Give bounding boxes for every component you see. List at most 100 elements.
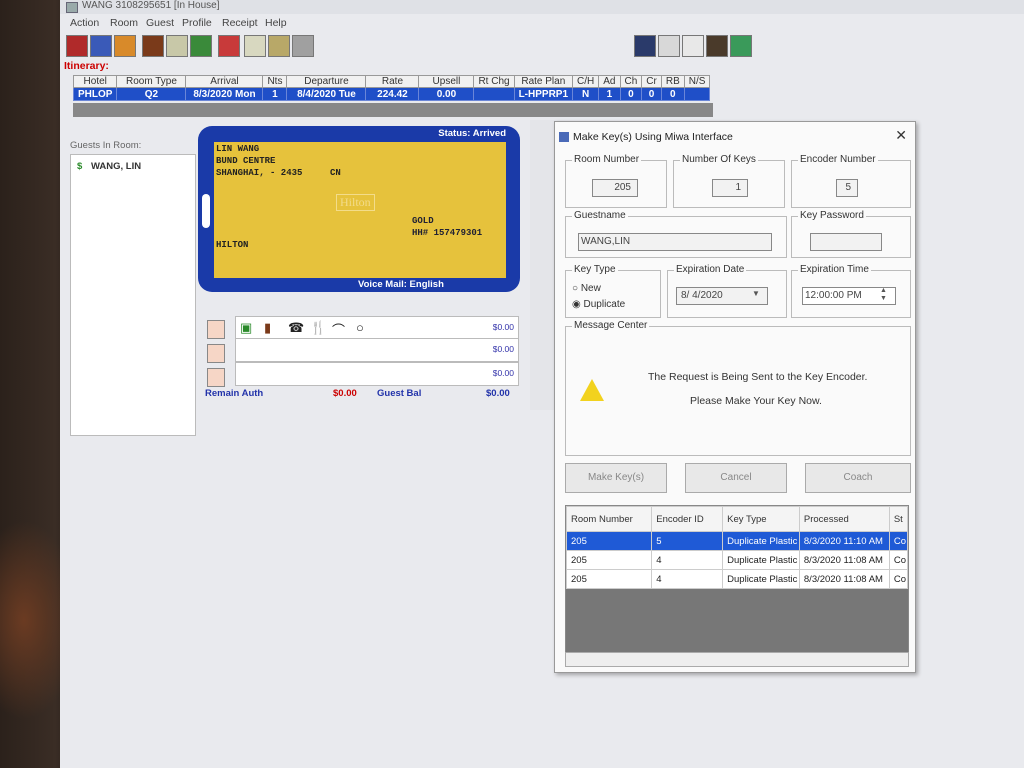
folio-row[interactable]: $0.00 — [235, 362, 519, 386]
save-icon[interactable] — [634, 35, 656, 57]
cell: 1 — [598, 87, 621, 101]
num-keys-field[interactable]: 1 — [712, 179, 748, 197]
guest-bal-value: $0.00 — [486, 388, 510, 399]
guestname-label: Guestname — [572, 210, 628, 221]
remain-auth-value: $0.00 — [333, 388, 357, 399]
make-keys-dialog: Make Key(s) Using Miwa Interface ✕ Room … — [554, 121, 916, 673]
cell: 0 — [619, 87, 643, 101]
key-type-new-radio[interactable]: ○ New — [572, 283, 601, 294]
cell: Co — [888, 550, 909, 570]
guest-item[interactable]: $ WANG, LIN — [77, 161, 141, 172]
num-keys-label: Number Of Keys — [680, 154, 758, 165]
document-icon[interactable] — [166, 35, 188, 57]
menu-profile[interactable]: Profile — [182, 17, 212, 29]
luggage-icon[interactable] — [268, 35, 290, 57]
menu-guest[interactable]: Guest — [146, 17, 174, 29]
encoder-field[interactable]: 5 — [836, 179, 858, 197]
table-row[interactable]: 205 5 Duplicate Plastic 8/3/2020 11:10 A… — [565, 531, 909, 551]
key-password-label: Key Password — [798, 210, 866, 221]
folio-amount: $0.00 — [492, 368, 514, 378]
person-icon[interactable] — [706, 35, 728, 57]
folio-amount: $0.00 — [492, 322, 514, 332]
money-icon[interactable] — [190, 35, 212, 57]
menu-action[interactable]: Action — [70, 17, 99, 29]
folio-row[interactable]: ▣ ▮ ☎ 🍴 ⌒ ○ $0.00 — [235, 316, 519, 340]
cell — [683, 87, 711, 101]
col-processed: Processed — [798, 506, 890, 532]
guest-name: WANG, LIN — [90, 161, 142, 172]
itinerary-label: Itinerary: — [64, 60, 109, 72]
info-icon[interactable] — [90, 35, 112, 57]
cancel-button[interactable]: Cancel — [685, 463, 787, 493]
horizontal-scrollbar[interactable] — [565, 652, 909, 667]
encoder-label: Encoder Number — [798, 154, 878, 165]
itinerary-row[interactable]: PHLOP Q2 8/3/2020 Mon 1 8/4/2020 Tue 224… — [72, 87, 711, 101]
num-keys-group: Number Of Keys 1 — [673, 154, 785, 208]
hhonors-number: HH# 157479301 — [412, 228, 483, 238]
cell: 5 — [651, 531, 724, 551]
exit-icon[interactable] — [730, 35, 752, 57]
cell: 8/3/2020 Mon — [185, 87, 264, 101]
cell: 205 — [565, 569, 653, 589]
door-icon: ▮ — [264, 320, 272, 335]
cell: 224.42 — [365, 87, 420, 101]
folio-window-icon[interactable] — [207, 320, 225, 339]
key-type-duplicate-label: Duplicate — [583, 299, 626, 310]
expiration-time-group: Expiration Time 12:00:00 PM ▲ ▼ — [791, 264, 911, 318]
address-line-1: BUND CENTRE — [216, 156, 276, 166]
room-number-field[interactable]: 205 — [592, 179, 638, 197]
col-encoder-id: Encoder ID — [651, 506, 724, 532]
folio-row[interactable]: $0.00 — [235, 338, 519, 362]
folio-icon[interactable] — [66, 35, 88, 57]
key-type-label: Key Type — [572, 264, 618, 275]
cell: 0.00 — [418, 87, 475, 101]
col-ch-flag: C/H — [572, 75, 600, 88]
key-icon[interactable] — [244, 35, 266, 57]
cell: 8/3/2020 11:08 AM — [798, 550, 890, 570]
title-bar: WANG 3108295651 [In House] — [60, 0, 1024, 14]
menu-room[interactable]: Room — [110, 17, 138, 29]
expiration-date-group: Expiration Date 8/ 4/2020 ▼ — [667, 264, 787, 318]
cell: 8/3/2020 11:08 AM — [798, 569, 890, 589]
cell: Co — [888, 531, 909, 551]
status-badge: Status: Arrived — [438, 128, 506, 139]
spinner-icon[interactable]: ▲ ▼ — [880, 287, 887, 303]
guests-icon[interactable] — [114, 35, 136, 57]
flags-icon[interactable] — [682, 35, 704, 57]
cell: N — [572, 87, 600, 101]
phone-icon: ☎ — [288, 320, 305, 335]
guest-fullname: LIN WANG — [216, 144, 260, 154]
close-icon[interactable]: ✕ — [895, 127, 907, 144]
key-type-new-label: New — [580, 283, 601, 294]
col-room-type: Room Type — [116, 75, 187, 88]
cell: Co — [888, 569, 909, 589]
guests-label: Guests In Room: — [70, 140, 142, 151]
guestname-field[interactable]: WANG,LIN — [578, 233, 772, 251]
calendar-icon[interactable] — [142, 35, 164, 57]
cell: Q2 — [116, 87, 187, 101]
brand-logo: Hilton — [336, 194, 375, 211]
table-row[interactable]: 205 4 Duplicate Plastic 8/3/2020 11:08 A… — [565, 569, 909, 589]
key-password-field[interactable] — [810, 233, 882, 251]
col-hotel: Hotel — [72, 75, 118, 88]
coach-button[interactable]: Coach — [805, 463, 911, 493]
folio-window-icon[interactable] — [207, 368, 225, 387]
card-tab — [202, 194, 210, 228]
receipt-icon[interactable] — [218, 35, 240, 57]
key-type-duplicate-radio[interactable]: ◉ Duplicate — [572, 299, 625, 310]
menu-receipt[interactable]: Receipt — [222, 17, 258, 29]
folio-window-icon[interactable] — [207, 344, 225, 363]
printer-icon[interactable] — [292, 35, 314, 57]
menu-bar: Action Room Guest Profile Receipt Help — [60, 15, 1024, 31]
make-keys-button[interactable]: Make Key(s) — [565, 463, 667, 493]
col-rate: Rate — [365, 75, 420, 88]
menu-help[interactable]: Help — [265, 17, 287, 29]
col-status: St — [888, 506, 909, 532]
chevron-down-icon[interactable]: ▼ — [752, 289, 760, 298]
table-row[interactable]: 205 4 Duplicate Plastic 8/3/2020 11:08 A… — [565, 550, 909, 570]
cell: Duplicate Plastic — [722, 550, 800, 570]
chart-icon[interactable] — [658, 35, 680, 57]
dialog-icon — [559, 132, 569, 142]
key-type-group: Key Type ○ New ◉ Duplicate — [565, 264, 661, 318]
ring-icon: ○ — [356, 320, 364, 335]
